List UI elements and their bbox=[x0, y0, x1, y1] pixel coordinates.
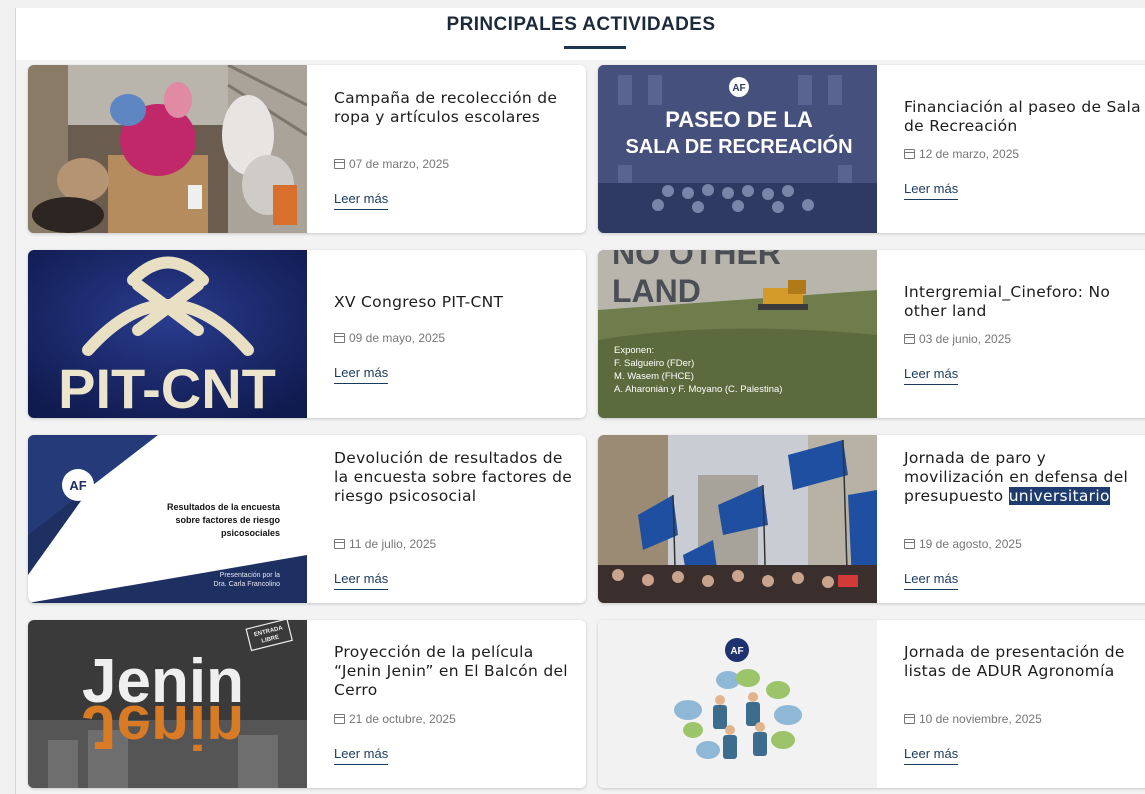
card-title[interactable]: Jornada de paro y movilización en defens… bbox=[904, 449, 1145, 506]
read-more-link[interactable]: Leer más bbox=[334, 746, 389, 765]
card-title[interactable]: Financiación al paseo de Sala de Recreac… bbox=[904, 98, 1145, 136]
svg-text:NO OTHER: NO OTHER bbox=[612, 250, 781, 271]
svg-text:Presentación por la: Presentación por la bbox=[220, 572, 280, 579]
pit-cnt-image: PIT-CNT bbox=[28, 250, 307, 418]
card-date: 03 de junio, 2025 bbox=[904, 332, 1011, 346]
read-more-link[interactable]: Leer más bbox=[904, 366, 959, 385]
svg-text:LAND: LAND bbox=[612, 273, 701, 309]
activity-card: Campaña de recolección de ropa y artícul… bbox=[28, 65, 586, 233]
calendar-icon bbox=[904, 149, 915, 159]
svg-text:Resultados de la encuesta: Resultados de la encuesta bbox=[167, 502, 281, 512]
svg-text:M. Wasem (FHCE): M. Wasem (FHCE) bbox=[614, 371, 694, 382]
svg-text:Exponen:: Exponen: bbox=[614, 345, 654, 356]
activity-card: AF Resultados de la encuesta sobre facto… bbox=[28, 435, 586, 603]
svg-text:AF: AF bbox=[69, 478, 86, 493]
svg-text:SALA DE RECREACIÓN: SALA DE RECREACIÓN bbox=[625, 134, 852, 158]
svg-text:A. Aharonián y F. Moyano (C. P: A. Aharonián y F. Moyano (C. Palestina) bbox=[614, 384, 782, 395]
svg-text:AF: AF bbox=[732, 83, 745, 94]
calendar-icon bbox=[904, 714, 915, 724]
svg-text:sobre factores de riesgo: sobre factores de riesgo bbox=[175, 515, 280, 525]
read-more-link[interactable]: Leer más bbox=[904, 181, 959, 200]
card-image-strike-march[interactable] bbox=[598, 435, 877, 603]
clothes-donation-image bbox=[28, 65, 307, 233]
svg-text:psicosociales: psicosociales bbox=[221, 528, 280, 538]
card-title[interactable]: Intergremial_Cineforo: No other land bbox=[904, 283, 1145, 321]
card-date: 07 de marzo, 2025 bbox=[334, 157, 449, 171]
section-title: PRINCIPALES ACTIVIDADES bbox=[446, 14, 716, 35]
psychosocial-survey-image: AF Resultados de la encuesta sobre facto… bbox=[28, 435, 307, 603]
card-date: 21 de octubre, 2025 bbox=[334, 712, 456, 726]
card-date: 09 de mayo, 2025 bbox=[334, 331, 445, 345]
card-title[interactable]: Proyección de la película “Jenin Jenin” … bbox=[334, 643, 576, 700]
card-title[interactable]: Devolución de resultados de la encuesta … bbox=[334, 449, 576, 506]
card-date: 19 de agosto, 2025 bbox=[904, 537, 1022, 551]
read-more-link[interactable]: Leer más bbox=[904, 571, 959, 590]
svg-text:PIT-CNT: PIT-CNT bbox=[58, 357, 276, 418]
calendar-icon bbox=[904, 334, 915, 344]
strike-march-image bbox=[598, 435, 877, 603]
calendar-icon bbox=[334, 714, 345, 724]
read-more-link[interactable]: Leer más bbox=[334, 571, 389, 590]
card-image-psychosocial-survey[interactable]: AF Resultados de la encuesta sobre facto… bbox=[28, 435, 307, 603]
page: PRINCIPALES ACTIVIDADES Campaña de recol… bbox=[15, 8, 1145, 794]
svg-text:PASEO DE LA: PASEO DE LA bbox=[665, 107, 813, 132]
card-date: 11 de julio, 2025 bbox=[334, 537, 436, 551]
activity-card: AF PASEO DE LA SALA DE RECREACIÓN Financ… bbox=[598, 65, 1145, 233]
card-title[interactable]: XV Congreso PIT-CNT bbox=[334, 293, 576, 312]
svg-text:Dra. Carla Francolino: Dra. Carla Francolino bbox=[213, 581, 280, 588]
adur-lists-image: AF bbox=[598, 620, 877, 788]
activity-card: Jenin Jenin ENTRADA LIBRE Proyección de … bbox=[28, 620, 586, 788]
card-image-jenin-film[interactable]: Jenin Jenin ENTRADA LIBRE bbox=[28, 620, 307, 788]
title-underline bbox=[564, 46, 626, 49]
card-date: 12 de marzo, 2025 bbox=[904, 147, 1019, 161]
card-date: 10 de noviembre, 2025 bbox=[904, 712, 1042, 726]
read-more-link[interactable]: Leer más bbox=[334, 191, 389, 210]
recreation-trip-image: AF PASEO DE LA SALA DE RECREACIÓN bbox=[598, 65, 877, 233]
calendar-icon bbox=[904, 539, 915, 549]
calendar-icon bbox=[334, 159, 345, 169]
activity-card: Jornada de paro y movilización en defens… bbox=[598, 435, 1145, 603]
svg-text:Jenin: Jenin bbox=[82, 692, 244, 761]
activity-card: PIT-CNT XV Congreso PIT-CNT 09 de mayo, … bbox=[28, 250, 586, 418]
calendar-icon bbox=[334, 333, 345, 343]
activity-card: AF Jornada de presentación de listas de … bbox=[598, 620, 1145, 788]
card-image-adur-lists[interactable]: AF bbox=[598, 620, 877, 788]
calendar-icon bbox=[334, 539, 345, 549]
no-other-land-image: NO OTHER LAND Exponen: F. Salgueiro (FDe… bbox=[598, 250, 877, 418]
read-more-link[interactable]: Leer más bbox=[904, 746, 959, 765]
card-title[interactable]: Jornada de presentación de listas de ADU… bbox=[904, 643, 1145, 681]
card-image-recreation-trip[interactable]: AF PASEO DE LA SALA DE RECREACIÓN bbox=[598, 65, 877, 233]
svg-text:F. Salgueiro (FDer): F. Salgueiro (FDer) bbox=[614, 358, 694, 369]
card-image-no-other-land[interactable]: NO OTHER LAND Exponen: F. Salgueiro (FDe… bbox=[598, 250, 877, 418]
selected-text: universitario bbox=[1008, 487, 1110, 505]
card-image-pit-cnt[interactable]: PIT-CNT bbox=[28, 250, 307, 418]
jenin-film-image: Jenin Jenin ENTRADA LIBRE bbox=[28, 620, 307, 788]
card-title[interactable]: Campaña de recolección de ropa y artícul… bbox=[334, 89, 576, 127]
read-more-link[interactable]: Leer más bbox=[334, 365, 389, 384]
activity-card: NO OTHER LAND Exponen: F. Salgueiro (FDe… bbox=[598, 250, 1145, 418]
svg-text:AF: AF bbox=[730, 646, 743, 657]
card-image-clothes-donation[interactable] bbox=[28, 65, 307, 233]
